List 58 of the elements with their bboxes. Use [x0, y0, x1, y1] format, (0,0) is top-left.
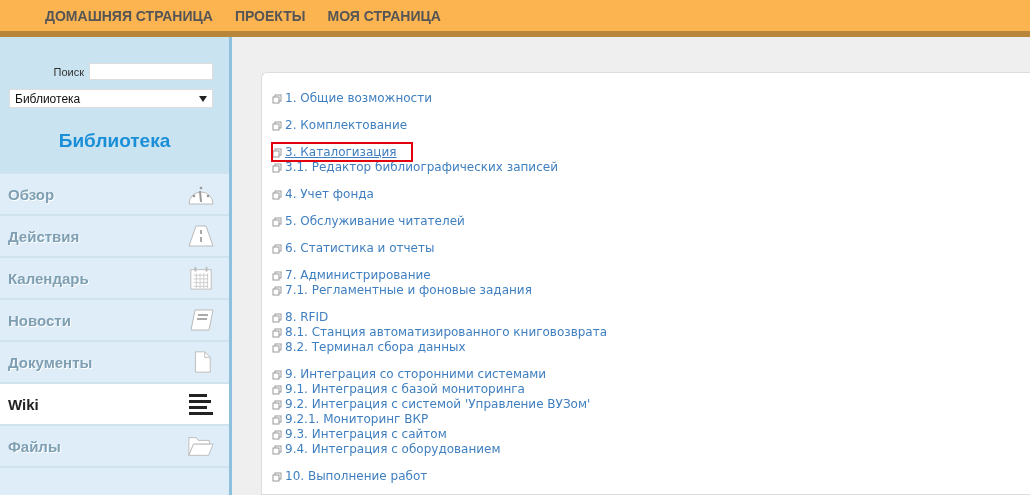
- folder-icon: [187, 434, 215, 458]
- calendar-icon: [187, 266, 215, 290]
- wiki-page-link[interactable]: 7. Администрирование: [285, 268, 431, 283]
- wiki-page-link[interactable]: 1. Общие возможности: [285, 91, 432, 106]
- wiki-page-link[interactable]: 9.2.1. Мониторинг ВКР: [285, 412, 429, 427]
- wiki-page-link[interactable]: 10. Выполнение работ: [285, 469, 428, 484]
- newspaper-icon: [187, 308, 215, 332]
- menu-item[interactable]: Документы: [0, 340, 229, 382]
- wiki-page-link[interactable]: 2. Комплектование: [285, 118, 408, 133]
- wiki-page-link[interactable]: 7.1. Регламентные и фоновые задания: [285, 283, 532, 298]
- wiki-page-link[interactable]: 3. Каталогизация: [285, 144, 397, 160]
- wiki-page-link[interactable]: 9.4. Интеграция с оборудованием: [285, 442, 501, 457]
- page-icon: [272, 243, 282, 254]
- caret-icon: [199, 95, 207, 102]
- wiki-page-link[interactable]: 9. Интеграция со сторонними системами: [285, 367, 547, 382]
- menu-item[interactable]: Wiki: [0, 382, 229, 424]
- search-label: Поиск: [53, 65, 84, 78]
- wiki-page-link[interactable]: 5. Обслуживание читателей: [285, 214, 465, 229]
- search-field[interactable]: [89, 63, 213, 80]
- menu-item[interactable]: Обзор: [0, 172, 229, 214]
- nav-link[interactable]: ПРОЕКТЫ: [234, 7, 306, 24]
- wiki-page-link[interactable]: 9.1. Интеграция с базой мониторинга: [285, 382, 525, 397]
- page-icon: [272, 327, 282, 338]
- project-title: Библиотека: [57, 130, 172, 152]
- menu-item[interactable]: Файлы: [0, 424, 229, 466]
- page-icon: [272, 216, 282, 227]
- page-icon: [272, 369, 282, 380]
- page-icon: [272, 162, 282, 173]
- page-icon: [272, 429, 282, 440]
- page-icon: [272, 414, 282, 425]
- page-icon: [272, 384, 282, 395]
- page-icon: [272, 285, 282, 296]
- page-icon: [272, 399, 282, 410]
- wiki-page-link[interactable]: 9.2. Интеграция с системой 'Управление ВУЗом': [285, 397, 591, 412]
- wiki-page-link[interactable]: 8.1. Станция автоматизированного книговозврата: [285, 325, 607, 340]
- page-icon: [272, 312, 282, 323]
- nav-link[interactable]: ДОМАШНЯЯ СТРАНИЦА: [45, 7, 213, 24]
- lines-icon: [187, 392, 215, 416]
- wiki-page-link[interactable]: 8.2. Терминал сбора данных: [285, 340, 466, 355]
- project-select[interactable]: Библиотека: [9, 89, 213, 108]
- page-icon: [272, 444, 282, 455]
- wiki-page-link[interactable]: 4. Учет фонда: [285, 187, 374, 202]
- wiki-page-link[interactable]: 6. Статистика и отчеты: [285, 241, 435, 256]
- wiki-page-link[interactable]: 9.3. Интеграция с сайтом: [285, 427, 447, 442]
- page-icon: [272, 270, 282, 281]
- page-icon: [272, 471, 282, 482]
- menu-item[interactable]: Действия: [0, 214, 229, 256]
- road-icon: [187, 224, 215, 248]
- menu-item[interactable]: Новости: [0, 298, 229, 340]
- wiki-page-link[interactable]: 3.1. Редактор библиографических записей: [285, 160, 558, 175]
- page-icon: [272, 189, 282, 200]
- wiki-page-link[interactable]: 8. RFID: [285, 310, 329, 325]
- page-icon: [272, 120, 282, 131]
- nav-link[interactable]: МОЯ СТРАНИЦА: [327, 7, 441, 24]
- page-icon: [272, 147, 282, 158]
- menu-item[interactable]: Календарь: [0, 256, 229, 298]
- page-icon: [272, 342, 282, 353]
- page-icon: [272, 93, 282, 104]
